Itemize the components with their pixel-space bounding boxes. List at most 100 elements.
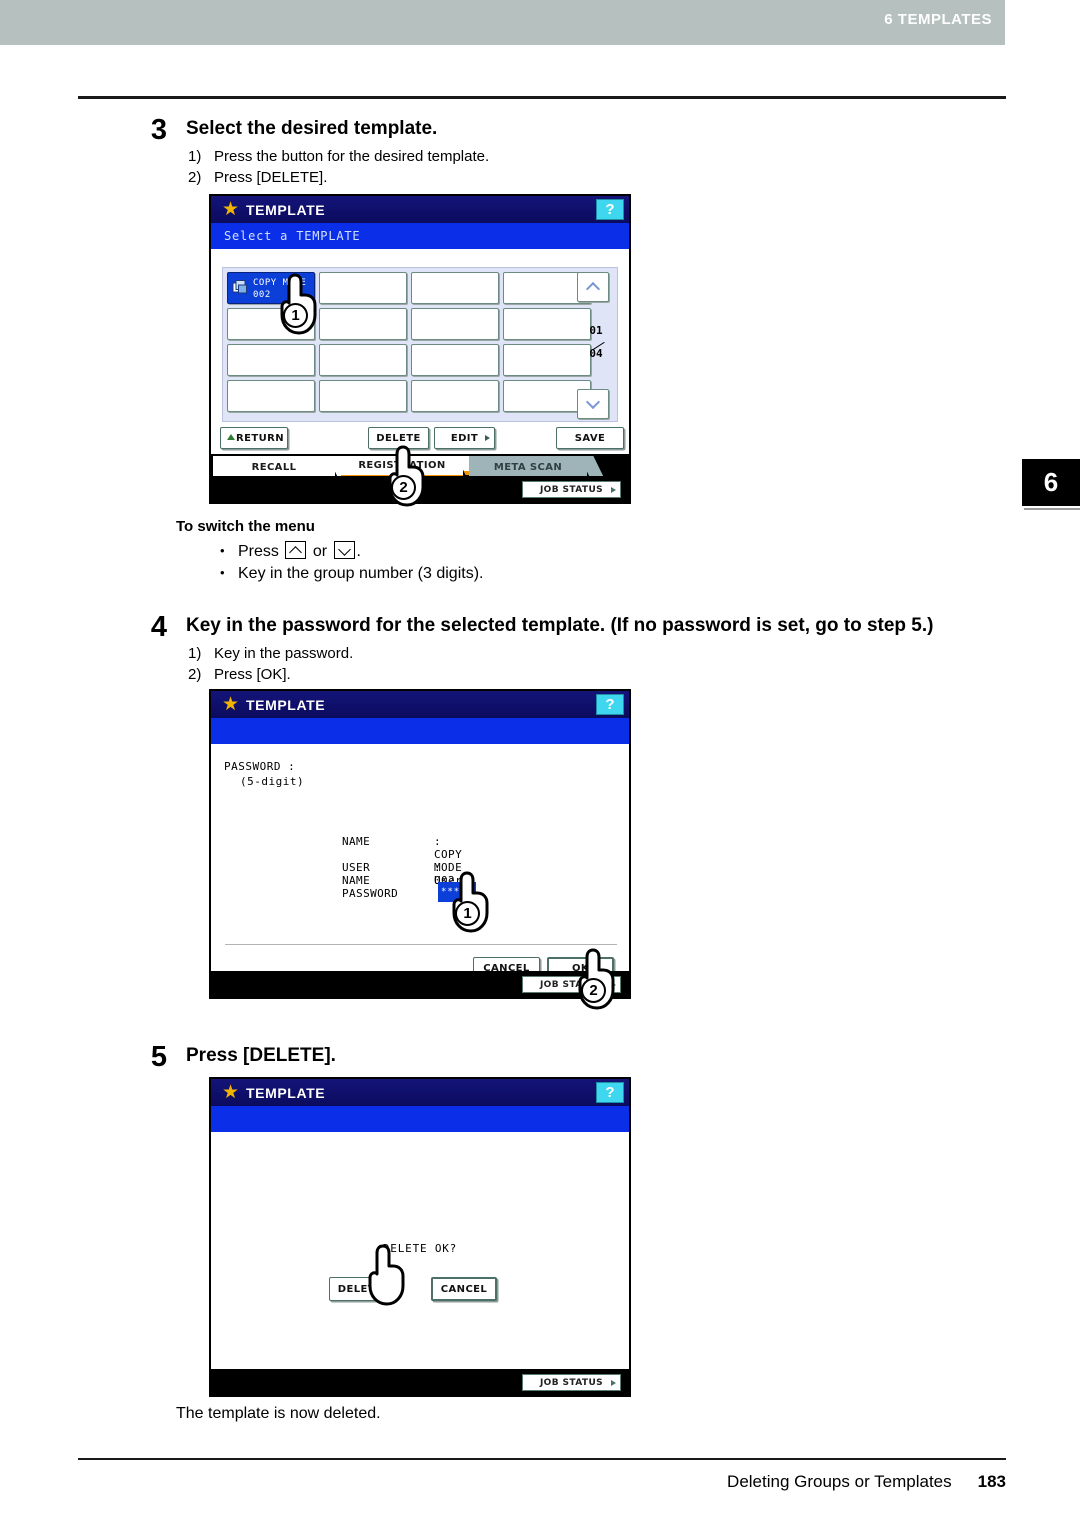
switch-menu-note-title: To switch the menu <box>176 518 315 535</box>
callout-hand-2: 2 <box>381 445 437 511</box>
callout-number-2: 2 <box>391 475 416 500</box>
panel1-subtitle: Select a TEMPLATE <box>211 223 629 249</box>
note-press-suffix: . <box>356 543 361 560</box>
panel1-title: TEMPLATE <box>246 201 326 218</box>
panel2-title: TEMPLATE <box>246 696 326 713</box>
template-button-empty[interactable] <box>319 344 407 376</box>
job-status-label: JOB STATUS <box>539 484 604 495</box>
password-hint: PASSWORD : (5-digit) <box>224 759 304 789</box>
template-button-empty[interactable] <box>411 380 499 412</box>
step-4-substep-1-marker: 1) <box>188 645 202 662</box>
switch-menu-note-list: Press or . Key in the group number (3 di… <box>176 540 483 585</box>
content-top-rule <box>78 96 1006 99</box>
field-label-user-name: USER NAME <box>342 861 371 887</box>
star-icon: ★ <box>221 1081 240 1103</box>
save-button[interactable]: SAVE <box>556 427 624 449</box>
callout-hand-delete <box>361 1244 417 1310</box>
template-id: 002 <box>253 290 271 300</box>
note-bullet-press: Press or . <box>216 540 483 563</box>
template-button-empty[interactable] <box>411 308 499 340</box>
content-bottom-rule <box>78 1458 1006 1460</box>
star-icon: ★ <box>221 198 240 220</box>
panel2-titlebar: ★ TEMPLATE ? <box>211 691 629 718</box>
help-icon[interactable]: ? <box>596 199 624 220</box>
step-3-substep-1-marker: 1) <box>188 148 202 165</box>
closing-note: The template is now deleted. <box>176 1405 381 1422</box>
delete-button-label: DELETE <box>376 432 421 444</box>
switch-menu-note: To switch the menu Press or . Key in the… <box>176 518 483 601</box>
step-3-substeps: 1) Press the button for the desired templ… <box>188 146 489 188</box>
template-button-empty[interactable] <box>227 380 315 412</box>
template-button-empty[interactable] <box>319 272 407 304</box>
grid-scroll-column: 01 04 <box>577 272 613 419</box>
template-button-empty[interactable] <box>319 308 407 340</box>
confirm-cancel-label: CANCEL <box>440 1283 488 1295</box>
panel1-titlebar: ★ TEMPLATE ? <box>211 196 629 223</box>
page-footer: Deleting Groups or Templates 183 <box>78 1472 1006 1492</box>
copy-mode-icon <box>232 280 247 294</box>
step-3-substep-1-text: Press the button for the desired templat… <box>214 148 490 165</box>
template-button-empty[interactable] <box>319 380 407 412</box>
step-3-substep-2-marker: 2) <box>188 169 202 186</box>
help-icon[interactable]: ? <box>596 694 624 715</box>
chevron-down-icon <box>585 394 601 410</box>
chevron-up-icon <box>585 281 601 297</box>
page-total: 04 <box>589 347 603 360</box>
chapter-label: 6 TEMPLATES <box>884 11 992 28</box>
running-header: 6 TEMPLATES <box>0 0 1005 45</box>
panel3-body: DELETE OK? DELETE CANCEL JOB STATUS <box>211 1132 629 1397</box>
chevron-down-icon <box>333 541 355 559</box>
job-status-button[interactable]: JOB STATUS <box>522 1374 621 1391</box>
confirm-cancel-button[interactable]: CANCEL <box>431 1277 497 1301</box>
callout-hand-1: 1 <box>273 273 329 339</box>
edit-button-label: EDIT <box>450 432 479 444</box>
field-label-password: PASSWORD <box>342 887 399 900</box>
panel2-body: PASSWORD : (5-digit) NAME : COPY MODE 00… <box>211 744 629 999</box>
step-4-substep-1-text: Key in the password. <box>214 645 354 662</box>
tab-recall-label: RECALL <box>251 462 297 473</box>
panel3-status-bar: JOB STATUS <box>211 1369 629 1397</box>
edit-arrow-icon <box>485 435 490 441</box>
scroll-down-button[interactable] <box>577 389 609 419</box>
step-3-number: 3 <box>150 114 168 146</box>
step-3-substep-1: 1) Press the button for the desired templ… <box>188 146 489 167</box>
return-button[interactable]: RETURN <box>220 427 288 449</box>
callout-hand-1: 1 <box>445 871 501 937</box>
return-arrow-icon <box>227 434 235 440</box>
lcd-panel-password: ★ TEMPLATE ? PASSWORD : (5-digit) NAME :… <box>209 689 631 1010</box>
template-row <box>227 344 591 376</box>
field-label-name: NAME <box>342 835 371 848</box>
page-indicator: 01 04 <box>579 324 613 360</box>
edit-button[interactable]: EDIT <box>434 427 495 449</box>
note-press-or: or <box>312 543 328 560</box>
panel2-divider <box>225 944 617 945</box>
step-5-title: Press [DELETE]. <box>186 1045 336 1066</box>
template-button-empty[interactable] <box>411 272 499 304</box>
template-button-empty[interactable] <box>227 344 315 376</box>
tab-meta-scan-label: META SCAN <box>493 462 563 473</box>
step-4-substep-2: 2) Press [OK]. <box>188 664 353 685</box>
password-hint-label: PASSWORD : <box>224 760 296 773</box>
template-button-empty[interactable] <box>411 344 499 376</box>
callout-number-1: 1 <box>283 303 308 328</box>
step-4-substeps: 1) Key in the password. 2) Press [OK]. <box>188 643 353 685</box>
scroll-up-button[interactable] <box>577 272 609 302</box>
panel2-status-bar: JOB STATUS <box>211 971 629 999</box>
save-button-label: SAVE <box>574 432 606 444</box>
step-3-substep-2-text: Press [DELETE]. <box>214 169 328 186</box>
pointing-hand-icon <box>368 1244 405 1306</box>
help-icon[interactable]: ? <box>596 1082 624 1103</box>
panel3-subtitle <box>211 1106 629 1132</box>
callout-number-1: 1 <box>455 901 480 926</box>
callout-hand-2: 2 <box>571 948 627 1014</box>
panel3-title: TEMPLATE <box>246 1084 326 1101</box>
chevron-up-icon <box>285 541 307 559</box>
panel2-subtitle <box>211 718 629 744</box>
step-4-substep-2-text: Press [OK]. <box>214 666 291 683</box>
step-4-substep-2-marker: 2) <box>188 666 202 683</box>
job-status-button[interactable]: JOB STATUS <box>522 481 621 498</box>
star-icon: ★ <box>221 693 240 715</box>
page-slash-icon <box>586 337 606 347</box>
step-3-title: Select the desired template. <box>186 118 438 139</box>
step-5-number: 5 <box>150 1041 168 1073</box>
